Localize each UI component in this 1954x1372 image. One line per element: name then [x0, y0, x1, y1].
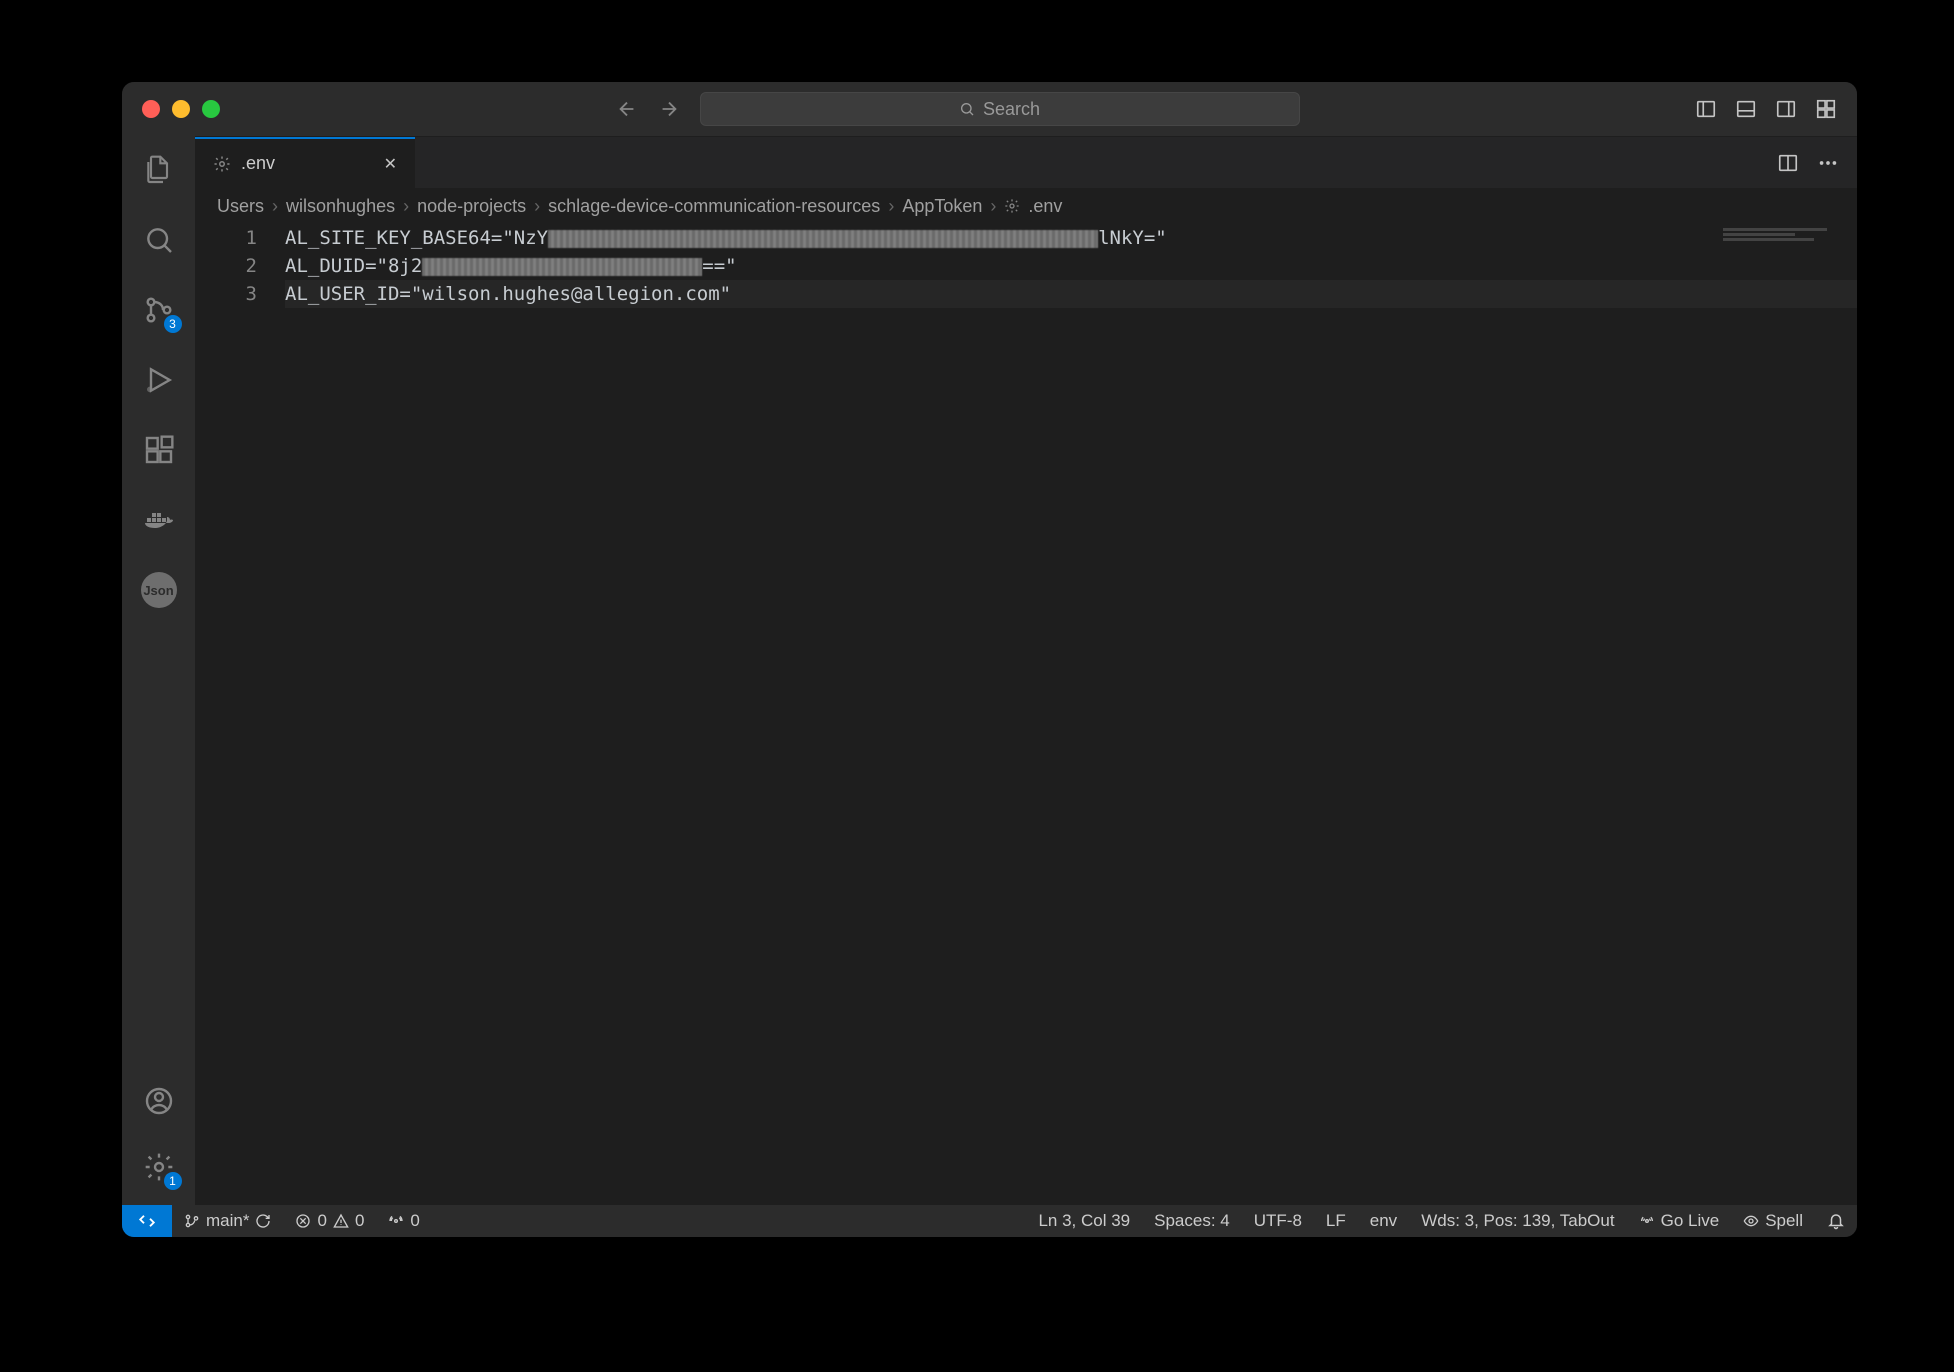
- explorer-icon[interactable]: [139, 150, 179, 190]
- line-number: 3: [195, 280, 257, 308]
- minimap[interactable]: [1723, 228, 1853, 288]
- json-extension-icon[interactable]: Json: [139, 570, 179, 610]
- cursor-position-status[interactable]: Ln 3, Col 39: [1026, 1205, 1142, 1237]
- code-content[interactable]: AL_SITE_KEY_BASE64="NzYlNkY="AL_DUID="8j…: [285, 224, 1857, 1205]
- more-actions-icon[interactable]: [1817, 152, 1839, 174]
- indentation-status[interactable]: Spaces: 4: [1142, 1205, 1242, 1237]
- tab-env[interactable]: .env ✕: [195, 137, 415, 188]
- titlebar-layout-controls: [1695, 98, 1837, 120]
- git-branch-status[interactable]: main*: [172, 1205, 283, 1237]
- gear-icon: [1004, 198, 1020, 214]
- breadcrumb-file[interactable]: .env: [1028, 196, 1062, 217]
- error-count: 0: [317, 1211, 326, 1231]
- spell-check-status[interactable]: Spell: [1731, 1205, 1815, 1237]
- search-sidebar-icon[interactable]: [139, 220, 179, 260]
- sync-icon: [255, 1213, 271, 1229]
- settings-badge: 1: [164, 1172, 182, 1190]
- global-search-input[interactable]: Search: [700, 92, 1300, 126]
- titlebar: Search: [122, 82, 1857, 136]
- line-gutter: 1 2 3: [195, 224, 285, 1205]
- status-bar: main* 0 0 0 Ln 3, Col 39 Spaces: 4 UTF-8…: [122, 1205, 1857, 1237]
- git-branch-icon: [184, 1213, 200, 1229]
- window-minimize-button[interactable]: [172, 100, 190, 118]
- code-line[interactable]: AL_SITE_KEY_BASE64="NzYlNkY=": [285, 224, 1857, 252]
- split-editor-icon[interactable]: [1777, 152, 1799, 174]
- editor-actions: [1777, 137, 1857, 188]
- chevron-right-icon: ›: [990, 196, 996, 217]
- go-live-status[interactable]: Go Live: [1627, 1205, 1732, 1237]
- nav-arrows: [616, 98, 680, 120]
- window-body: 3 Json 1: [122, 136, 1857, 1205]
- customize-layout-icon[interactable]: [1815, 98, 1837, 120]
- problems-status[interactable]: 0 0: [283, 1205, 376, 1237]
- line-number: 2: [195, 252, 257, 280]
- search-icon: [959, 101, 975, 117]
- bell-icon: [1827, 1212, 1845, 1230]
- code-editor[interactable]: 1 2 3 AL_SITE_KEY_BASE64="NzYlNkY="AL_DU…: [195, 224, 1857, 1205]
- warning-icon: [333, 1213, 349, 1229]
- breadcrumb-segment[interactable]: AppToken: [902, 196, 982, 217]
- warning-count: 0: [355, 1211, 364, 1231]
- toggle-panel-icon[interactable]: [1735, 98, 1757, 120]
- breadcrumb-segment[interactable]: Users: [217, 196, 264, 217]
- docker-icon[interactable]: [139, 500, 179, 540]
- tab-label: .env: [241, 153, 275, 174]
- breadcrumbs[interactable]: Users › wilsonhughes › node-projects › s…: [195, 188, 1857, 224]
- gear-icon: [213, 155, 231, 173]
- settings-gear-icon[interactable]: 1: [139, 1147, 179, 1187]
- radio-tower-icon: [388, 1213, 404, 1229]
- editor-area: .env ✕ Users › wilsonhughes › node-proje…: [195, 136, 1857, 1205]
- redacted-text: [548, 230, 1098, 248]
- eol-status[interactable]: LF: [1314, 1205, 1358, 1237]
- window-maximize-button[interactable]: [202, 100, 220, 118]
- vscode-window: Search 3: [122, 82, 1857, 1237]
- run-debug-icon[interactable]: [139, 360, 179, 400]
- chevron-right-icon: ›: [403, 196, 409, 217]
- source-control-icon[interactable]: 3: [139, 290, 179, 330]
- chevron-right-icon: ›: [888, 196, 894, 217]
- nav-forward-icon[interactable]: [658, 98, 680, 120]
- broadcast-icon: [1639, 1213, 1655, 1229]
- error-icon: [295, 1213, 311, 1229]
- code-line[interactable]: AL_DUID="8j2==": [285, 252, 1857, 280]
- search-placeholder-text: Search: [983, 99, 1040, 120]
- toggle-secondary-sidebar-icon[interactable]: [1775, 98, 1797, 120]
- notifications-status[interactable]: [1815, 1205, 1857, 1237]
- extensions-icon[interactable]: [139, 430, 179, 470]
- line-number: 1: [195, 224, 257, 252]
- chevron-right-icon: ›: [272, 196, 278, 217]
- breadcrumb-segment[interactable]: schlage-device-communication-resources: [548, 196, 880, 217]
- toggle-primary-sidebar-icon[interactable]: [1695, 98, 1717, 120]
- chevron-right-icon: ›: [534, 196, 540, 217]
- language-mode-status[interactable]: env: [1358, 1205, 1409, 1237]
- code-line[interactable]: AL_USER_ID="wilson.hughes@allegion.com": [285, 280, 1857, 308]
- activity-bar: 3 Json 1: [122, 136, 195, 1205]
- encoding-status[interactable]: UTF-8: [1242, 1205, 1314, 1237]
- breadcrumb-segment[interactable]: wilsonhughes: [286, 196, 395, 217]
- eye-icon: [1743, 1213, 1759, 1229]
- remote-indicator[interactable]: [122, 1205, 172, 1237]
- source-control-badge: 3: [164, 315, 182, 333]
- window-close-button[interactable]: [142, 100, 160, 118]
- traffic-lights: [142, 100, 220, 118]
- breadcrumb-segment[interactable]: node-projects: [417, 196, 526, 217]
- nav-back-icon[interactable]: [616, 98, 638, 120]
- word-count-status[interactable]: Wds: 3, Pos: 139, TabOut: [1409, 1205, 1626, 1237]
- redacted-text: [422, 258, 702, 276]
- ports-status[interactable]: 0: [376, 1205, 431, 1237]
- ports-count: 0: [410, 1211, 419, 1231]
- branch-name: main*: [206, 1211, 249, 1231]
- tabs-row: .env ✕: [195, 136, 1857, 188]
- tab-close-icon[interactable]: ✕: [384, 154, 397, 174]
- activity-bar-bottom: 1: [139, 1081, 179, 1205]
- accounts-icon[interactable]: [139, 1081, 179, 1121]
